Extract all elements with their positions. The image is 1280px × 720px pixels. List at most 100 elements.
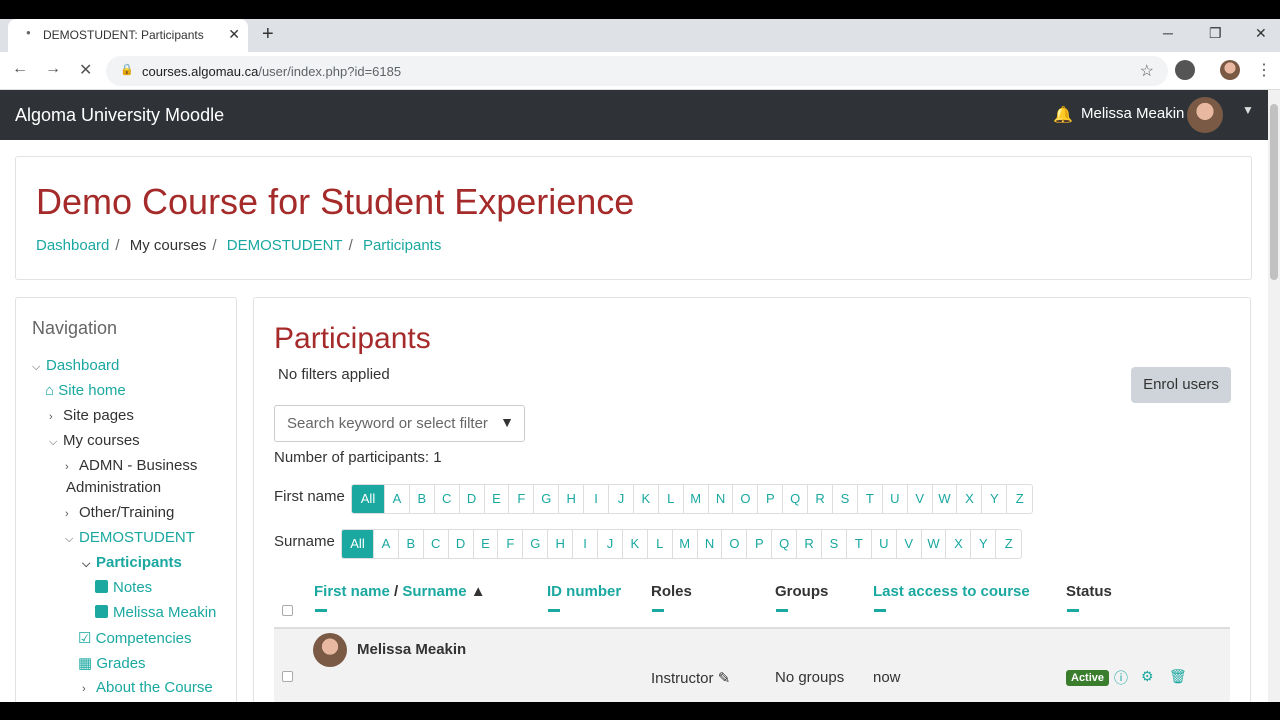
surname-letter-h[interactable]: H xyxy=(548,530,574,558)
close-window-icon[interactable]: ✕ xyxy=(1255,25,1267,42)
first-name-letter-m[interactable]: M xyxy=(684,485,709,513)
new-tab-button[interactable]: + xyxy=(262,24,274,44)
surname-letter-c[interactable]: C xyxy=(424,530,449,558)
first-name-letter-v[interactable]: V xyxy=(908,485,933,513)
first-name-letter-d[interactable]: D xyxy=(460,485,485,513)
surname-letter-g[interactable]: G xyxy=(523,530,549,558)
first-name-letter-y[interactable]: Y xyxy=(982,485,1008,513)
filter-search-input[interactable]: Search keyword or select filter ▼ xyxy=(274,405,525,442)
first-name-letter-c[interactable]: C xyxy=(435,485,460,513)
nav-item-notes[interactable]: Notes xyxy=(95,579,152,596)
surname-letter-a[interactable]: A xyxy=(374,530,399,558)
surname-letter-l[interactable]: L xyxy=(648,530,673,558)
forward-button[interactable]: → xyxy=(45,60,61,78)
user-avatar[interactable] xyxy=(1187,97,1223,133)
surname-letter-e[interactable]: E xyxy=(474,530,499,558)
surname-letter-i[interactable]: I xyxy=(573,530,599,558)
first-name-letter-o[interactable]: O xyxy=(733,485,759,513)
select-all-checkbox[interactable] xyxy=(282,605,293,616)
surname-letter-s[interactable]: S xyxy=(822,530,847,558)
surname-letter-y[interactable]: Y xyxy=(971,530,997,558)
surname-letter-r[interactable]: R xyxy=(797,530,823,558)
surname-letter-b[interactable]: B xyxy=(399,530,424,558)
nav-item-demostudent[interactable]: ⌵ DEMOSTUDENT xyxy=(65,529,195,546)
breadcrumb-course[interactable]: DEMOSTUDENT xyxy=(227,237,343,254)
bookmark-star-icon[interactable]: ☆ xyxy=(1140,61,1154,81)
address-bar[interactable]: 🔒 courses.algomau.ca/user/index.php?id=6… xyxy=(106,56,1168,86)
chevron-down-icon[interactable]: ▼ xyxy=(1242,103,1254,117)
nav-item-grades[interactable]: ▦ Grades xyxy=(78,654,146,672)
sort-last-access-link[interactable]: Last access to course xyxy=(873,583,1030,600)
participant-name-link[interactable]: Melissa Meakin xyxy=(357,641,466,658)
stop-loading-button[interactable]: ✕ xyxy=(79,60,92,80)
trash-icon[interactable]: 🗑 xyxy=(1169,668,1187,685)
gear-icon[interactable]: ⚙ xyxy=(1141,668,1154,685)
site-name[interactable]: Algoma University Moodle xyxy=(15,105,224,126)
collapse-column-icon[interactable] xyxy=(652,609,664,612)
close-tab-icon[interactable]: ✕ xyxy=(228,26,240,43)
scrollbar-thumb[interactable] xyxy=(1270,104,1278,280)
first-name-letter-s[interactable]: S xyxy=(833,485,858,513)
first-name-letter-j[interactable]: J xyxy=(609,485,634,513)
surname-letter-o[interactable]: O xyxy=(722,530,748,558)
sort-surname-link[interactable]: Surname xyxy=(402,583,466,600)
first-name-letter-g[interactable]: G xyxy=(534,485,560,513)
profile-avatar-icon[interactable] xyxy=(1220,60,1240,80)
first-name-letter-b[interactable]: B xyxy=(410,485,435,513)
row-select-checkbox[interactable] xyxy=(282,671,293,682)
avatar[interactable] xyxy=(313,633,347,667)
first-name-letter-a[interactable]: A xyxy=(385,485,410,513)
first-name-letter-w[interactable]: W xyxy=(933,485,958,513)
surname-letter-v[interactable]: V xyxy=(897,530,922,558)
nav-item-about-course[interactable]: › About the Course xyxy=(82,679,213,696)
surname-letter-z[interactable]: Z xyxy=(996,530,1021,558)
first-name-letter-q[interactable]: Q xyxy=(783,485,809,513)
back-button[interactable]: ← xyxy=(12,60,28,78)
surname-letter-m[interactable]: M xyxy=(673,530,698,558)
first-name-letter-p[interactable]: P xyxy=(758,485,784,513)
first-name-letter-z[interactable]: Z xyxy=(1007,485,1032,513)
surname-letter-n[interactable]: N xyxy=(698,530,723,558)
first-name-letter-k[interactable]: K xyxy=(634,485,659,513)
breadcrumb-participants[interactable]: Participants xyxy=(363,237,441,254)
nav-item-site-home[interactable]: ⌂ Site home xyxy=(45,382,126,399)
first-name-letter-t[interactable]: T xyxy=(858,485,883,513)
first-name-letter-i[interactable]: I xyxy=(584,485,610,513)
sort-first-name-link[interactable]: First name xyxy=(314,583,390,600)
first-name-letter-all[interactable]: All xyxy=(352,485,385,513)
first-name-letter-r[interactable]: R xyxy=(808,485,834,513)
surname-letter-t[interactable]: T xyxy=(847,530,872,558)
minimize-icon[interactable]: ─ xyxy=(1163,25,1173,41)
collapse-column-icon[interactable] xyxy=(315,609,327,612)
collapse-column-icon[interactable] xyxy=(1067,609,1079,612)
browser-menu-icon[interactable]: ⋮ xyxy=(1256,60,1272,80)
surname-letter-q[interactable]: Q xyxy=(772,530,798,558)
first-name-letter-x[interactable]: X xyxy=(957,485,983,513)
restore-icon[interactable]: ❐ xyxy=(1209,25,1222,42)
nav-item-admn-continued[interactable]: Administration xyxy=(66,479,161,496)
first-name-letter-n[interactable]: N xyxy=(709,485,734,513)
surname-letter-j[interactable]: J xyxy=(598,530,623,558)
surname-letter-k[interactable]: K xyxy=(623,530,648,558)
info-icon[interactable]: ⓘ xyxy=(1114,668,1128,688)
nav-item-other-training[interactable]: › Other/Training xyxy=(65,504,174,521)
page-scrollbar[interactable] xyxy=(1268,90,1280,702)
first-name-letter-e[interactable]: E xyxy=(485,485,510,513)
surname-letter-all[interactable]: All xyxy=(342,530,374,558)
first-name-letter-l[interactable]: L xyxy=(659,485,684,513)
dropdown-triangle-icon[interactable]: ▼ xyxy=(500,414,514,430)
nav-item-competencies[interactable]: ☑ Competencies xyxy=(78,629,192,647)
collapse-column-icon[interactable] xyxy=(776,609,788,612)
user-menu-name[interactable]: Melissa Meakin xyxy=(1081,105,1184,122)
collapse-column-icon[interactable] xyxy=(548,609,560,612)
collapse-column-icon[interactable] xyxy=(874,609,886,612)
nav-item-melissa-meakin[interactable]: Melissa Meakin xyxy=(95,604,216,621)
first-name-letter-u[interactable]: U xyxy=(883,485,908,513)
nav-item-dashboard[interactable]: ⌵ Dashboard xyxy=(32,357,119,374)
surname-letter-f[interactable]: F xyxy=(498,530,524,558)
breadcrumb-dashboard[interactable]: Dashboard xyxy=(36,237,109,254)
surname-letter-x[interactable]: X xyxy=(946,530,972,558)
enrol-users-button[interactable]: Enrol users xyxy=(1131,367,1231,403)
surname-letter-u[interactable]: U xyxy=(872,530,897,558)
extension-icon[interactable] xyxy=(1175,60,1195,80)
